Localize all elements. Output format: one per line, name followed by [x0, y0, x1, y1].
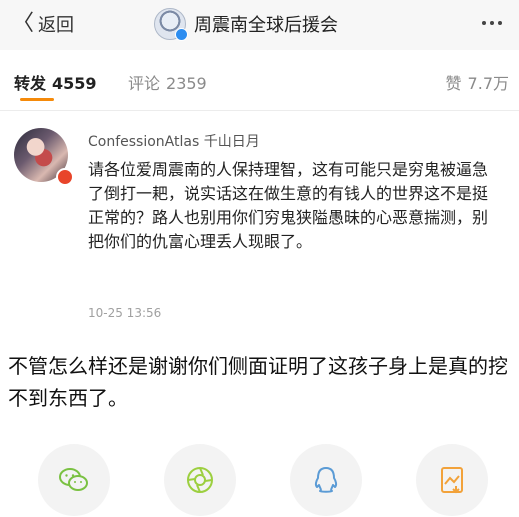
tab-like-count: 7.7万: [467, 74, 509, 93]
tab-like[interactable]: 赞 7.7万: [446, 70, 509, 94]
active-tab-indicator: [20, 98, 54, 101]
tab-comment-label: 评论: [128, 74, 161, 93]
qq-icon: [314, 467, 338, 493]
wechat-icon: [59, 468, 88, 491]
username[interactable]: ConfessionAtlas 千山日月: [88, 131, 260, 151]
save-image-icon: [441, 467, 463, 494]
moments-icon: [187, 467, 213, 493]
tab-repost[interactable]: 转发 4559: [14, 70, 97, 94]
comment-text: 请各位爱周震南的人保持理智，这有可能只是穷鬼被逼急了倒打一耙，说实话这在做生意的…: [88, 160, 489, 251]
share-qq-button[interactable]: [290, 444, 362, 516]
share-bar: [0, 440, 519, 517]
tab-repost-count: 4559: [52, 74, 97, 93]
interaction-tabs: 转发 4559 评论 2359 赞 7.7万: [0, 50, 519, 111]
account-avatar: [154, 8, 188, 41]
tab-repost-label: 转发: [14, 74, 47, 93]
save-image-button[interactable]: [416, 444, 488, 516]
share-moments-button[interactable]: [164, 444, 236, 516]
tab-comment-count: 2359: [166, 74, 207, 93]
top-navigation-bar: 〈 返回 周震南全球后援会: [0, 0, 519, 50]
tab-comment[interactable]: 评论 2359: [128, 70, 207, 94]
user-badge-icon: [56, 168, 74, 186]
comment-timestamp: 10-25 13:56: [88, 306, 162, 320]
verified-badge-icon: [175, 28, 188, 41]
page-title: 周震南全球后援会: [194, 15, 338, 36]
tab-like-label: 赞: [445, 74, 462, 93]
more-options-icon[interactable]: [482, 21, 502, 25]
chevron-left-icon: 〈: [12, 11, 35, 36]
back-button[interactable]: 〈 返回: [12, 10, 74, 38]
share-wechat-button[interactable]: [38, 444, 110, 516]
page-title-group[interactable]: 周震南全球后援会: [154, 8, 338, 41]
repost-comment-card: ConfessionAtlas 千山日月 请各位爱周震南的人保持理智，这有可能只…: [0, 112, 519, 344]
caption-text: 不管怎么样还是谢谢你们侧面证明了这孩子身上是真的挖不到东西了。: [8, 354, 508, 410]
back-label: 返回: [38, 15, 75, 36]
